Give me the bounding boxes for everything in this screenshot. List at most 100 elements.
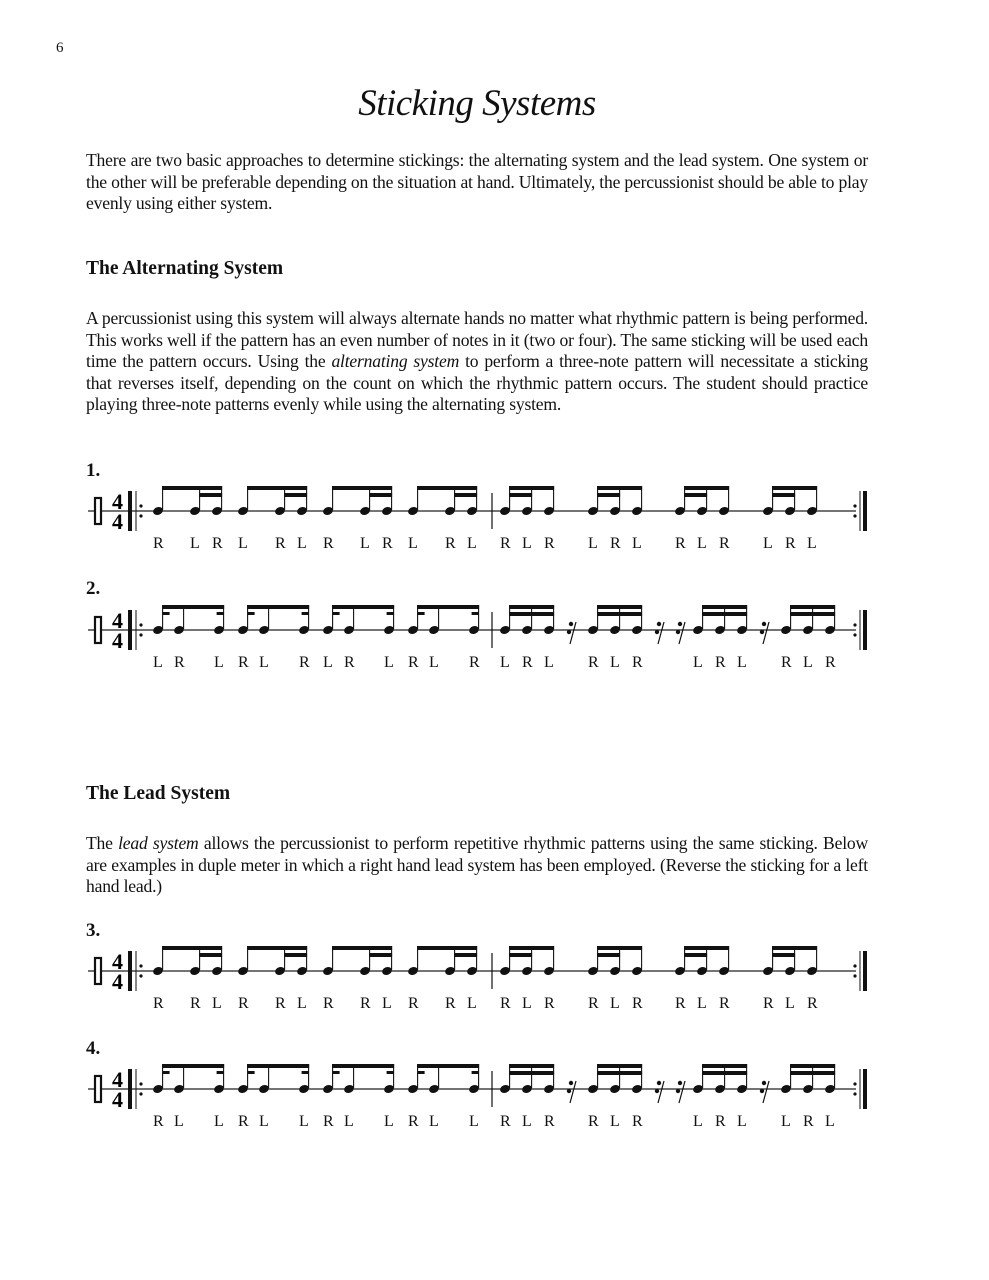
sticking-letter: L <box>214 654 224 671</box>
sticking-letter: R <box>632 1113 643 1130</box>
repeat-end-thick-bar <box>863 951 867 991</box>
sticking-letter: R <box>469 654 480 671</box>
sticking-letter: R <box>445 535 456 552</box>
sticking-letter: R <box>212 535 223 552</box>
secondary-beam <box>199 493 223 497</box>
primary-beam <box>597 946 643 950</box>
repeat-start-thick-bar <box>128 610 132 650</box>
secondary-beam <box>702 612 748 616</box>
primary-beam <box>790 1064 836 1068</box>
time-signature-bottom: 4 <box>112 628 123 653</box>
primary-beam <box>684 486 730 490</box>
sticking-letter: R <box>719 535 730 552</box>
sticking-letter: R <box>719 995 730 1012</box>
secondary-beam <box>509 953 533 957</box>
section-heading-alternating: The Alternating System <box>86 258 284 279</box>
secondary-beam-stub <box>386 612 394 615</box>
page-number: 6 <box>56 40 64 56</box>
sticking-letter: R <box>174 654 185 671</box>
intro-paragraph: There are two basic approaches to determ… <box>86 150 868 214</box>
secondary-beam-stub <box>216 1071 224 1074</box>
sticking-letter: R <box>763 995 774 1012</box>
sticking-letter: L <box>522 995 532 1012</box>
sticking-letter: R <box>588 654 599 671</box>
sticking-letter: L <box>737 654 747 671</box>
sticking-letter: R <box>408 995 419 1012</box>
sixteenth-rest-icon <box>654 621 665 645</box>
secondary-beam <box>369 493 393 497</box>
secondary-beam <box>772 493 796 497</box>
percussion-clef-icon <box>93 615 103 645</box>
sticking-letter: L <box>544 654 554 671</box>
sticking-letter: R <box>675 995 686 1012</box>
sticking-letter: L <box>238 535 248 552</box>
secondary-beam <box>509 1071 555 1075</box>
percussion-staff: 44 <box>88 486 867 534</box>
repeat-dot <box>853 633 857 637</box>
repeat-dot <box>853 504 857 508</box>
primary-beam <box>790 605 836 609</box>
sticking-letter: L <box>384 654 394 671</box>
sticking-letter: L <box>697 535 707 552</box>
primary-beam <box>417 605 480 609</box>
primary-beam <box>509 1064 555 1068</box>
sticking-letter: L <box>469 1113 479 1130</box>
repeat-dot <box>139 964 143 968</box>
repeat-dot <box>853 974 857 978</box>
sixteenth-rest-icon <box>654 1080 665 1104</box>
repeat-dot <box>853 623 857 627</box>
sticking-letter: R <box>785 535 796 552</box>
repeat-dot <box>139 1092 143 1096</box>
section-heading-lead: The Lead System <box>86 783 231 804</box>
sticking-letter: L <box>825 1113 835 1130</box>
secondary-beam-stub <box>417 1071 425 1074</box>
secondary-beam <box>702 1071 748 1075</box>
alternating-paragraph: A percussionist using this system will a… <box>86 308 868 416</box>
sticking-letter: R <box>544 535 555 552</box>
sticking-letter: L <box>807 535 817 552</box>
primary-beam <box>162 1064 225 1068</box>
sticking-letter: R <box>632 995 643 1012</box>
primary-beam <box>162 486 223 490</box>
secondary-beam-stub <box>162 1071 170 1074</box>
sticking-letter: R <box>807 995 818 1012</box>
sticking-letter: L <box>467 995 477 1012</box>
sticking-letter: R <box>344 654 355 671</box>
sticking-letter: R <box>781 654 792 671</box>
primary-beam <box>332 1064 395 1068</box>
sticking-letter: L <box>212 995 222 1012</box>
secondary-beam <box>684 953 708 957</box>
secondary-beam-stub <box>332 612 340 615</box>
sticking-letter: R <box>153 535 164 552</box>
repeat-start-thick-bar <box>128 491 132 531</box>
sticking-letter: R <box>588 1113 599 1130</box>
sticking-letter: L <box>344 1113 354 1130</box>
secondary-beam-stub <box>162 612 170 615</box>
primary-beam <box>162 946 223 950</box>
secondary-beam <box>790 612 836 616</box>
sticking-letter: R <box>588 995 599 1012</box>
secondary-beam-stub <box>471 612 479 615</box>
sticking-letter: L <box>693 1113 703 1130</box>
primary-beam <box>772 486 818 490</box>
sticking-letter: L <box>610 1113 620 1130</box>
sticking-letter: L <box>522 1113 532 1130</box>
primary-beam <box>247 1064 310 1068</box>
sticking-letter: R <box>323 1113 334 1130</box>
sticking-letter: R <box>382 535 393 552</box>
sticking-letter: R <box>360 995 371 1012</box>
sixteenth-rest-icon <box>759 1080 770 1104</box>
sticking-letter: L <box>174 1113 184 1130</box>
paragraph-text: The <box>86 833 119 853</box>
sticking-letter: L <box>429 654 439 671</box>
repeat-dot <box>139 504 143 508</box>
sticking-letter: R <box>153 995 164 1012</box>
repeat-dot <box>139 514 143 518</box>
sticking-letter: L <box>763 535 773 552</box>
primary-beam <box>509 946 555 950</box>
sticking-letter: R <box>408 1113 419 1130</box>
primary-beam <box>417 1064 480 1068</box>
primary-beam <box>332 605 395 609</box>
secondary-beam <box>684 493 708 497</box>
sticking-letter: L <box>522 535 532 552</box>
